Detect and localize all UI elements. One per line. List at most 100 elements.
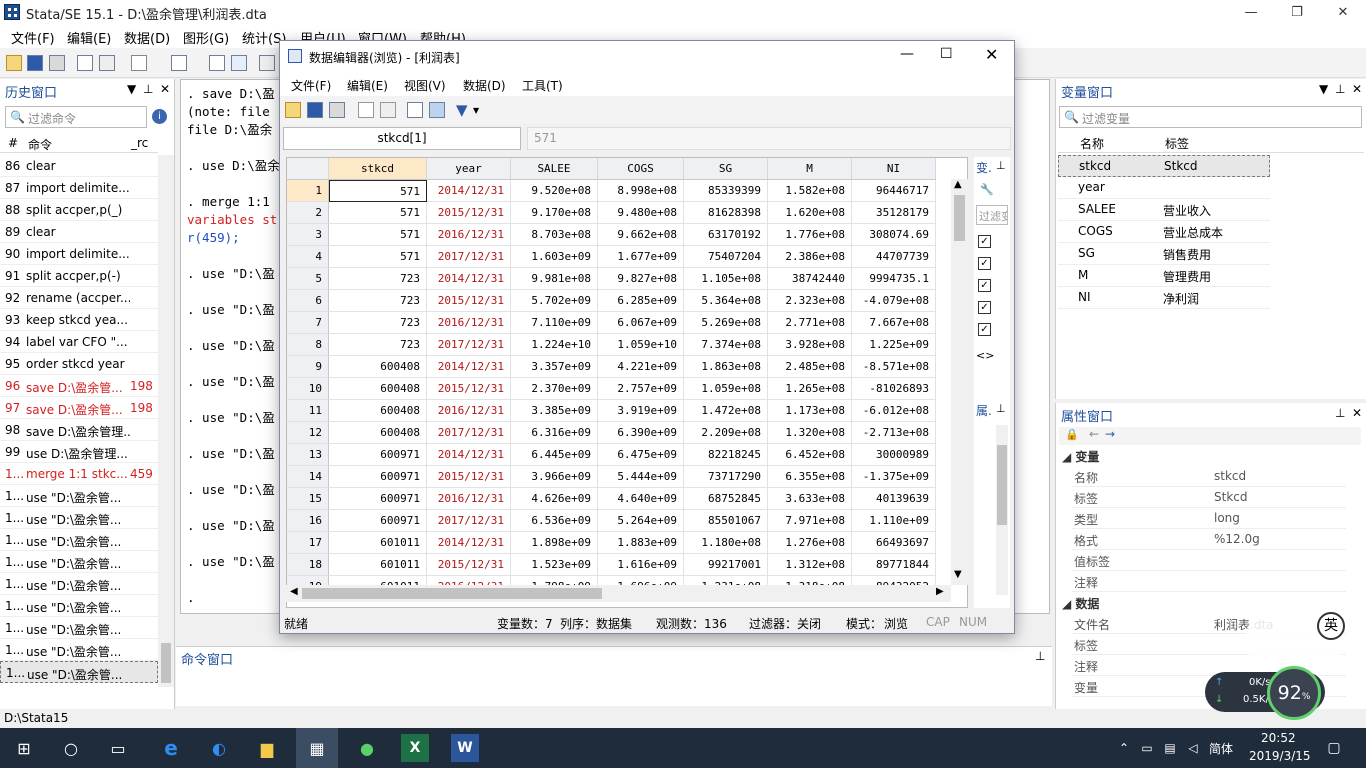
data-cell[interactable]: 2.757e+09: [598, 378, 684, 400]
data-cell[interactable]: 40139639: [852, 488, 936, 510]
maximize-button[interactable]: ❐: [1274, 0, 1320, 24]
data-cell[interactable]: 600408: [329, 378, 427, 400]
data-cell[interactable]: 75407204: [684, 246, 768, 268]
row-number[interactable]: 12: [287, 422, 329, 444]
row-number[interactable]: 18: [287, 554, 329, 576]
data-cell[interactable]: 85501067: [684, 510, 768, 532]
data-cell[interactable]: 3.633e+08: [768, 488, 852, 510]
variable-row[interactable]: SG 销售费用: [1058, 243, 1270, 265]
data-cell[interactable]: -6.012e+08: [852, 400, 936, 422]
save-icon[interactable]: [27, 55, 43, 71]
save-icon[interactable]: [307, 102, 323, 118]
data-cell[interactable]: 96446717: [852, 180, 936, 202]
editor-properties-scrollbar[interactable]: [996, 425, 1008, 595]
data-cell[interactable]: 2014/12/31: [427, 180, 511, 202]
column-header[interactable]: SG: [684, 158, 768, 180]
data-cell[interactable]: 3.928e+08: [768, 334, 852, 356]
data-cell[interactable]: 2016/12/31: [427, 224, 511, 246]
data-cell[interactable]: 2.323e+08: [768, 290, 852, 312]
data-cell[interactable]: 600971: [329, 510, 427, 532]
info-icon[interactable]: i: [152, 109, 167, 124]
row-number[interactable]: 1: [287, 180, 329, 202]
editor-menu-tools[interactable]: 工具(T): [522, 77, 563, 94]
row-number[interactable]: 3: [287, 224, 329, 246]
variables-manager-icon[interactable]: [259, 55, 275, 71]
data-cell[interactable]: 601011: [329, 532, 427, 554]
data-cell[interactable]: 2016/12/31: [427, 488, 511, 510]
log-icon[interactable]: [77, 55, 93, 71]
scroll-up-icon[interactable]: ▲: [954, 179, 962, 190]
data-cell[interactable]: -4.079e+08: [852, 290, 936, 312]
row-number[interactable]: 8: [287, 334, 329, 356]
data-cell[interactable]: 7.667e+08: [852, 312, 936, 334]
data-cell[interactable]: 82218245: [684, 444, 768, 466]
data-cell[interactable]: 68752845: [684, 488, 768, 510]
data-cell[interactable]: 2.485e+08: [768, 356, 852, 378]
data-cell[interactable]: 2014/12/31: [427, 268, 511, 290]
history-row[interactable]: 90 import delimite...: [0, 243, 158, 265]
column-header[interactable]: NI: [852, 158, 936, 180]
data-cell[interactable]: 6.452e+08: [768, 444, 852, 466]
var-checkbox[interactable]: ✓: [978, 235, 991, 248]
editor-maximize-button[interactable]: ☐: [940, 46, 953, 62]
data-cell[interactable]: 600971: [329, 444, 427, 466]
data-cell[interactable]: 9.480e+08: [598, 202, 684, 224]
history-row[interactable]: 93 keep stkcd yea...: [0, 309, 158, 331]
stata-taskbar-icon[interactable]: ▦: [296, 728, 338, 768]
data-editor-browse-icon[interactable]: [231, 55, 247, 71]
history-row[interactable]: 1... use "D:\盈余管...: [0, 661, 158, 683]
data-cell[interactable]: 2017/12/31: [427, 334, 511, 356]
data-cell[interactable]: 7.110e+09: [511, 312, 598, 334]
data-cell[interactable]: 1.677e+09: [598, 246, 684, 268]
history-row[interactable]: 1... use "D:\盈余管...: [0, 485, 158, 507]
data-cell[interactable]: 6.285e+09: [598, 290, 684, 312]
data-cell[interactable]: 7.971e+08: [768, 510, 852, 532]
scroll-down-icon[interactable]: ▼: [954, 569, 962, 580]
data-cell[interactable]: 1.523e+09: [511, 554, 598, 576]
data-cell[interactable]: 1.472e+08: [684, 400, 768, 422]
data-cell[interactable]: 6.445e+09: [511, 444, 598, 466]
cell-value-input[interactable]: 571: [527, 127, 1011, 150]
data-cell[interactable]: -8.571e+08: [852, 356, 936, 378]
excel-icon[interactable]: X: [401, 734, 429, 762]
data-cell[interactable]: 3.966e+09: [511, 466, 598, 488]
data-cell[interactable]: 1.320e+08: [768, 422, 852, 444]
history-row[interactable]: 1... use "D:\盈余管...: [0, 573, 158, 595]
column-header[interactable]: stkcd: [329, 158, 427, 180]
browser-icon[interactable]: ◐: [205, 734, 233, 762]
var-checkbox[interactable]: ✓: [978, 323, 991, 336]
data-cell[interactable]: 85339399: [684, 180, 768, 202]
data-cell[interactable]: 9.520e+08: [511, 180, 598, 202]
data-cell[interactable]: 308074.69: [852, 224, 936, 246]
filter-icon[interactable]: ▼: [1319, 82, 1328, 96]
data-cell[interactable]: 1.863e+08: [684, 356, 768, 378]
paste-icon[interactable]: [380, 102, 396, 118]
data-cell[interactable]: 1.224e+10: [511, 334, 598, 356]
property-row[interactable]: 格式 %12.0g: [1072, 529, 1346, 550]
property-row[interactable]: 标签 Stkcd: [1072, 487, 1346, 508]
close-icon[interactable]: ✕: [160, 82, 170, 96]
data-cell[interactable]: 63170192: [684, 224, 768, 246]
data-cell[interactable]: 99217001: [684, 554, 768, 576]
start-icon[interactable]: ⊞: [10, 734, 38, 762]
data-cell[interactable]: 9994735.1: [852, 268, 936, 290]
close-icon[interactable]: ✕: [1352, 406, 1362, 420]
history-row[interactable]: 92 rename (accper...: [0, 287, 158, 309]
data-cell[interactable]: 723: [329, 312, 427, 334]
data-cell[interactable]: 600408: [329, 422, 427, 444]
data-editor-edit-icon[interactable]: [209, 55, 225, 71]
do-file-editor-icon[interactable]: [171, 55, 187, 71]
open-icon[interactable]: [6, 55, 22, 71]
data-cell[interactable]: 2.386e+08: [768, 246, 852, 268]
data-cell[interactable]: 5.444e+09: [598, 466, 684, 488]
search-icon[interactable]: ○: [57, 734, 85, 762]
data-cell[interactable]: 3.919e+09: [598, 400, 684, 422]
property-row[interactable]: 类型 long: [1072, 508, 1346, 529]
horizontal-scroll-icon[interactable]: <>: [976, 349, 994, 362]
data-cell[interactable]: 601011: [329, 554, 427, 576]
row-number[interactable]: 11: [287, 400, 329, 422]
col-command[interactable]: 命令: [28, 136, 52, 153]
pin-icon[interactable]: ⊥: [1335, 406, 1345, 420]
data-cell[interactable]: 9.827e+08: [598, 268, 684, 290]
data-cell[interactable]: 600971: [329, 488, 427, 510]
